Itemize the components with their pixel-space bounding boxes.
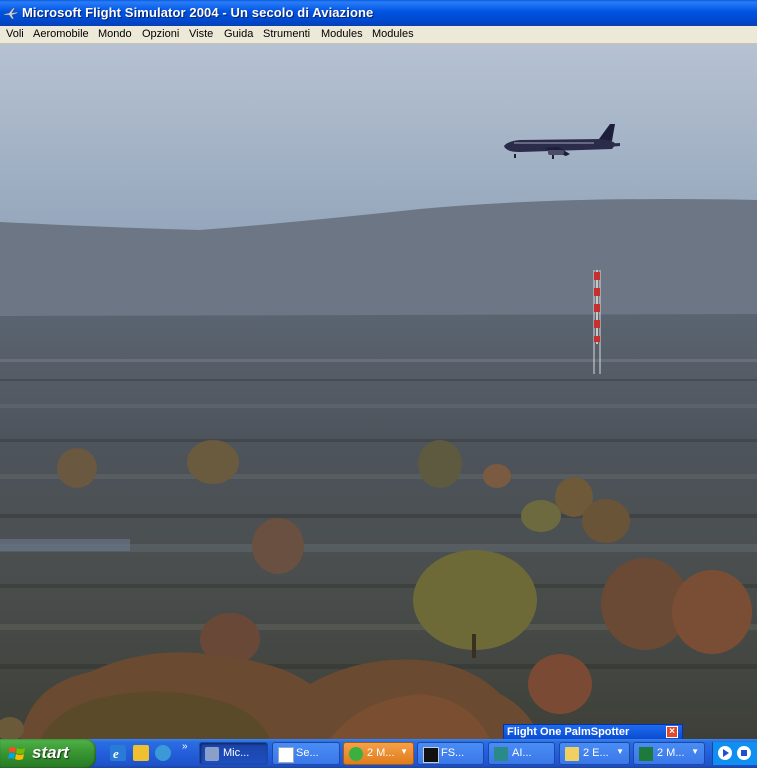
quick-launch-more[interactable]: » — [182, 741, 188, 752]
media-icon[interactable] — [133, 745, 149, 761]
simulator-viewport[interactable] — [0, 44, 757, 739]
chevron-down-icon: ▼ — [400, 747, 408, 756]
task-excel-group[interactable]: 2 M... ▼ — [633, 742, 705, 765]
window-title-bar[interactable]: Microsoft Flight Simulator 2004 - Un sec… — [0, 0, 757, 26]
water-patch — [0, 539, 130, 551]
system-tray — [712, 742, 757, 765]
menu-modules[interactable]: Modules — [321, 28, 363, 40]
browser-icon[interactable] — [155, 745, 171, 761]
folder-icon — [565, 747, 579, 761]
menu-modules-2[interactable]: Modules — [372, 28, 414, 40]
flight-scene — [0, 44, 757, 739]
menu-bar: Voli Aeromobile Mondo Opzioni Viste Guid… — [0, 26, 757, 44]
messenger-icon — [349, 747, 363, 761]
task-messenger-group[interactable]: 2 M... ▼ — [343, 742, 414, 765]
play-icon[interactable] — [718, 746, 732, 760]
menu-opzioni[interactable]: Opzioni — [142, 28, 179, 40]
palmspotter-window[interactable]: Flight One PalmSpotter × — [503, 724, 683, 740]
task-explorer-group[interactable]: 2 E... ▼ — [559, 742, 630, 765]
windows-logo-icon — [8, 747, 25, 760]
taskbar: start e » Mic... Se... 2 M... ▼ FS... AI… — [0, 739, 757, 768]
svg-text:e: e — [113, 746, 119, 761]
excel-icon — [639, 747, 653, 761]
chevron-down-icon: ▼ — [616, 747, 624, 756]
document-icon — [278, 747, 294, 763]
menu-guida[interactable]: Guida — [224, 28, 253, 40]
menu-mondo[interactable]: Mondo — [98, 28, 132, 40]
ie-icon[interactable]: e — [110, 745, 126, 761]
start-label: start — [32, 743, 69, 762]
task-flight-simulator[interactable]: Mic... — [199, 742, 268, 765]
app-icon — [494, 747, 508, 761]
menu-viste[interactable]: Viste — [189, 28, 213, 40]
palmspotter-title: Flight One PalmSpotter — [507, 726, 630, 738]
start-button[interactable]: start — [0, 739, 96, 768]
plane-icon — [3, 7, 19, 20]
plane-icon — [205, 747, 219, 761]
menu-voli[interactable]: Voli — [6, 28, 24, 40]
close-icon[interactable]: × — [666, 726, 678, 738]
chevron-down-icon: ▼ — [691, 747, 699, 756]
menu-strumenti[interactable]: Strumenti — [263, 28, 310, 40]
stop-icon[interactable] — [737, 746, 751, 760]
window-title: Microsoft Flight Simulator 2004 - Un sec… — [22, 5, 374, 20]
task-document[interactable]: Se... — [272, 742, 340, 765]
task-ai-app[interactable]: AI... — [488, 742, 555, 765]
menu-aeromobile[interactable]: Aeromobile — [33, 28, 89, 40]
task-fs-window[interactable]: FS... — [417, 742, 484, 765]
window-icon — [423, 747, 439, 763]
